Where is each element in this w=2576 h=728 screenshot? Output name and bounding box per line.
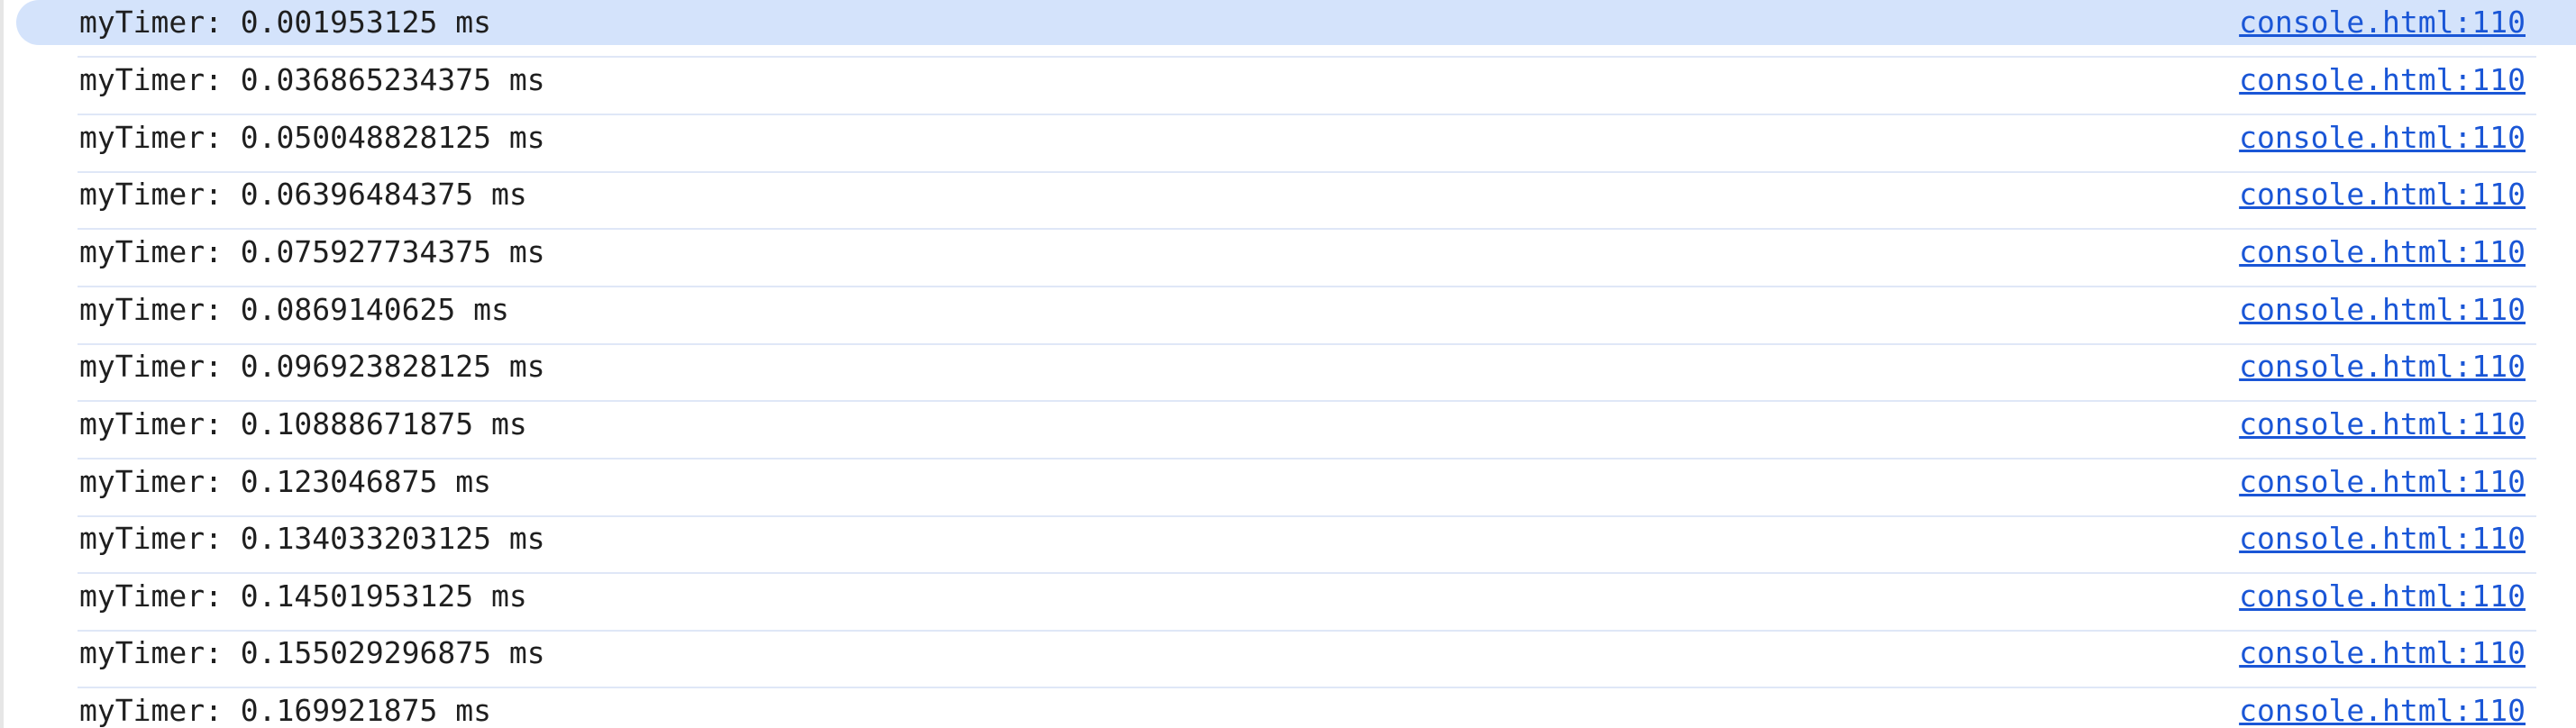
console-message: myTimer: 0.001953125 ms (79, 5, 491, 40)
source-link[interactable]: console.html:110 (2239, 293, 2526, 327)
source-link[interactable]: console.html:110 (2239, 522, 2526, 556)
console-log-row[interactable]: myTimer: 0.06396484375 ms console.html:1… (0, 172, 2576, 230)
console-message: myTimer: 0.036865234375 ms (79, 62, 545, 97)
source-link[interactable]: console.html:110 (2239, 235, 2526, 269)
console-message: myTimer: 0.0869140625 ms (79, 292, 509, 327)
console-message: myTimer: 0.050048828125 ms (79, 120, 545, 155)
console-message: myTimer: 0.06396484375 ms (79, 177, 527, 212)
console-log-row[interactable]: myTimer: 0.075927734375 ms console.html:… (0, 230, 2576, 287)
console-panel: myTimer: 0.001953125 ms console.html:110… (0, 0, 2576, 728)
source-link[interactable]: console.html:110 (2239, 407, 2526, 441)
console-log-row[interactable]: myTimer: 0.169921875 ms console.html:110 (0, 688, 2576, 728)
console-log-row[interactable]: myTimer: 0.096923828125 ms console.html:… (0, 344, 2576, 402)
console-message: myTimer: 0.169921875 ms (79, 693, 491, 728)
console-message: myTimer: 0.096923828125 ms (79, 349, 545, 384)
console-message: myTimer: 0.123046875 ms (79, 464, 491, 499)
console-log-row[interactable]: myTimer: 0.001953125 ms console.html:110 (0, 0, 2576, 58)
source-link[interactable]: console.html:110 (2239, 63, 2526, 97)
source-link[interactable]: console.html:110 (2239, 5, 2526, 40)
console-log-row[interactable]: myTimer: 0.123046875 ms console.html:110 (0, 460, 2576, 517)
console-log-row[interactable]: myTimer: 0.10888671875 ms console.html:1… (0, 402, 2576, 460)
source-link[interactable]: console.html:110 (2239, 694, 2526, 728)
console-log-row[interactable]: myTimer: 0.14501953125 ms console.html:1… (0, 574, 2576, 632)
source-link[interactable]: console.html:110 (2239, 636, 2526, 670)
source-link[interactable]: console.html:110 (2239, 350, 2526, 384)
console-message: myTimer: 0.134033203125 ms (79, 521, 545, 556)
console-message: myTimer: 0.14501953125 ms (79, 578, 527, 614)
source-link[interactable]: console.html:110 (2239, 465, 2526, 499)
source-link[interactable]: console.html:110 (2239, 579, 2526, 614)
console-log-row[interactable]: myTimer: 0.155029296875 ms console.html:… (0, 631, 2576, 688)
source-link[interactable]: console.html:110 (2239, 177, 2526, 212)
console-log-row[interactable]: myTimer: 0.036865234375 ms console.html:… (0, 58, 2576, 115)
console-message: myTimer: 0.075927734375 ms (79, 234, 545, 269)
console-log-row[interactable]: myTimer: 0.050048828125 ms console.html:… (0, 115, 2576, 173)
console-message: myTimer: 0.155029296875 ms (79, 635, 545, 670)
source-link[interactable]: console.html:110 (2239, 121, 2526, 155)
console-message: myTimer: 0.10888671875 ms (79, 406, 527, 441)
console-log-row[interactable]: myTimer: 0.0869140625 ms console.html:11… (0, 287, 2576, 345)
console-log-row[interactable]: myTimer: 0.134033203125 ms console.html:… (0, 516, 2576, 574)
